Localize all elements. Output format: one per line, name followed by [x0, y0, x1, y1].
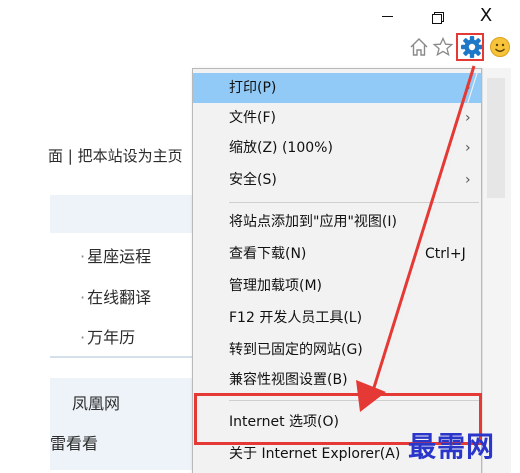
scrollbar-thumb[interactable] [487, 78, 505, 198]
close-icon: X [479, 5, 493, 26]
favorites-star-icon[interactable] [432, 36, 454, 58]
set-homepage-link[interactable]: 面 | 把本站设为主页 [48, 145, 183, 166]
site-link-ifeng[interactable]: 凤凰网 [72, 390, 120, 414]
content-band [50, 195, 192, 233]
service-link-calendar[interactable]: · 万年历 [80, 324, 135, 348]
menu-item-label: 将站点添加到"应用"视图(I) [229, 214, 397, 230]
smiley-feedback-icon[interactable] [489, 36, 511, 58]
menu-item-manage-addons[interactable]: 管理加载项(M) [193, 271, 481, 301]
menu-item-file[interactable]: 文件(F) › [193, 103, 481, 133]
service-label: 在线翻译 [87, 288, 152, 307]
menu-item-label: 管理加载项(M) [229, 278, 323, 294]
chevron-right-icon: › [465, 140, 471, 156]
close-button[interactable]: X [466, 2, 506, 30]
menu-item-safety[interactable]: 安全(S) › [193, 165, 481, 195]
service-label: 万年历 [87, 328, 136, 347]
watermark-logo: 最需网 [408, 430, 496, 463]
menu-item-zoom[interactable]: 缩放(Z) (100%) › [193, 133, 481, 163]
menu-item-compat-view[interactable]: 兼容性视图设置(B) [193, 365, 481, 395]
gear-highlight-box [456, 33, 484, 61]
menu-item-shortcut: Ctrl+J [425, 246, 466, 262]
menu-item-label: 打印(P) [229, 80, 277, 96]
minimize-icon [382, 16, 393, 17]
site-link-xunlei[interactable]: 雷看看 [50, 430, 98, 454]
chevron-right-icon: › [465, 80, 471, 96]
page-scrollbar[interactable] [482, 68, 511, 473]
menu-item-label: 兼容性视图设置(B) [229, 372, 348, 388]
menu-item-label: F12 开发人员工具(L) [229, 310, 363, 326]
service-link-horoscope[interactable]: · 星座运程 [80, 243, 151, 267]
menu-item-view-downloads[interactable]: 查看下载(N) Ctrl+J [193, 239, 481, 269]
menu-item-add-to-apps[interactable]: 将站点添加到"应用"视图(I) [193, 207, 481, 237]
bullet-icon: · [80, 288, 86, 307]
bullet-icon: · [80, 247, 86, 266]
menu-item-pinned-sites[interactable]: 转到已固定的网站(G) [193, 335, 481, 365]
browser-window: X 面 | 把本站设为主页 · 星座运程 · 在线翻译 · 万年历 凤凰网 雷看… [0, 0, 520, 473]
menu-item-label: 转到已固定的网站(G) [229, 342, 363, 358]
menu-item-dev-tools[interactable]: F12 开发人员工具(L) [193, 303, 481, 333]
menu-separator [229, 202, 479, 203]
service-link-translate[interactable]: · 在线翻译 [80, 284, 151, 308]
menu-item-label: 文件(F) [229, 110, 276, 126]
menu-item-label: 缩放(Z) (100%) [229, 140, 333, 156]
restore-button[interactable] [418, 2, 458, 30]
menu-item-label: 安全(S) [229, 172, 277, 188]
menu-item-label: 查看下载(N) [229, 246, 307, 262]
home-icon[interactable] [408, 36, 430, 58]
bullet-icon: · [80, 328, 86, 347]
chevron-right-icon: › [465, 172, 471, 188]
chevron-right-icon: › [465, 110, 471, 126]
minimize-button[interactable] [368, 2, 408, 30]
menu-item-print[interactable]: 打印(P) › [193, 73, 481, 103]
divider [50, 356, 192, 358]
restore-icon-front [432, 14, 442, 24]
service-label: 星座运程 [87, 247, 152, 266]
